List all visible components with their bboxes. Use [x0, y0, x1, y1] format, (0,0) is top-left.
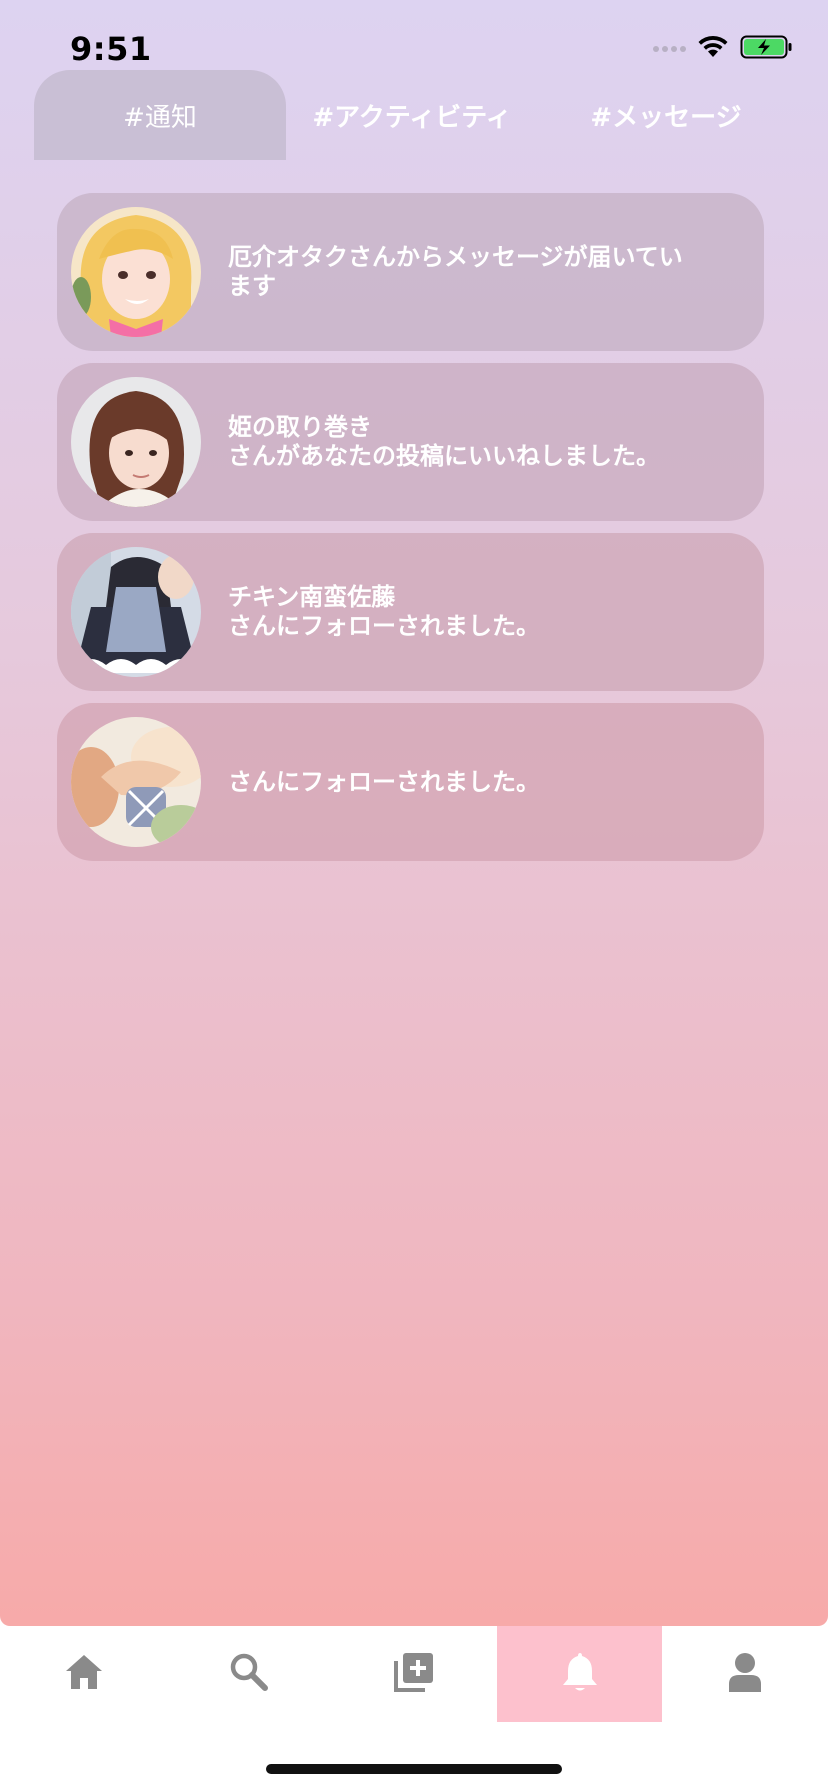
notification-card[interactable]: 姫の取り巻き さんがあなたの投稿にいいねしました。 — [57, 363, 764, 521]
tab-activity[interactable]: #アクティビティ — [286, 70, 538, 160]
notification-message: さんにフォローされました。 — [228, 767, 540, 796]
avatar[interactable] — [71, 717, 201, 847]
tab-add-post[interactable] — [331, 1626, 496, 1722]
tab-messages[interactable]: #メッセージ — [538, 70, 794, 160]
notification-text: 姫の取り巻き さんがあなたの投稿にいいねしました。 — [228, 363, 698, 521]
notification-list: 厄介オタクさんからメッセージが届いています 姫の取り巻き さんがあなたの投稿にい… — [57, 193, 764, 873]
notification-message: 厄介オタクさんからメッセージが届いています — [228, 243, 683, 300]
tab-search[interactable] — [166, 1626, 331, 1722]
tab-profile[interactable] — [662, 1626, 827, 1722]
home-icon — [64, 1653, 104, 1695]
user-icon — [727, 1652, 763, 1696]
bell-icon — [561, 1651, 599, 1697]
notification-text: さんにフォローされました。 — [228, 703, 698, 861]
notification-card[interactable]: さんにフォローされました。 — [57, 703, 764, 861]
notification-text: チキン南蛮佐藤 さんにフォローされました。 — [228, 533, 698, 691]
app-screen: 9:51 #通知 #アクティビティ #メッセージ 厄介オタクさんからメッセージが… — [0, 0, 828, 1626]
battery-charging-icon — [740, 34, 794, 64]
status-time: 9:51 — [70, 30, 152, 68]
home-indicator[interactable] — [266, 1764, 562, 1774]
notification-message: さんにフォローされました。 — [228, 612, 540, 640]
notification-username: チキン南蛮佐藤 — [228, 583, 396, 611]
notification-username: 姫の取り巻き — [228, 413, 372, 441]
status-icons — [653, 34, 794, 64]
avatar[interactable] — [71, 547, 201, 677]
wifi-icon — [696, 35, 730, 63]
notification-card[interactable]: 厄介オタクさんからメッセージが届いています — [57, 193, 764, 351]
status-bar: 9:51 — [0, 0, 828, 70]
bottom-tab-bar — [0, 1626, 828, 1722]
tab-bar-top: #通知 #アクティビティ #メッセージ — [34, 70, 794, 160]
tab-notifications[interactable]: #通知 — [34, 70, 286, 160]
add-post-icon — [393, 1651, 435, 1697]
notification-message: さんがあなたの投稿にいいねしました。 — [228, 442, 660, 470]
notification-card[interactable]: チキン南蛮佐藤 さんにフォローされました。 — [57, 533, 764, 691]
cellular-signal-icon — [653, 46, 686, 52]
avatar[interactable] — [71, 207, 201, 337]
search-icon — [229, 1652, 269, 1696]
tab-home[interactable] — [1, 1626, 166, 1722]
avatar[interactable] — [71, 377, 201, 507]
notification-text: 厄介オタクさんからメッセージが届いています — [228, 193, 698, 351]
tab-notifications-bell[interactable] — [497, 1626, 662, 1722]
